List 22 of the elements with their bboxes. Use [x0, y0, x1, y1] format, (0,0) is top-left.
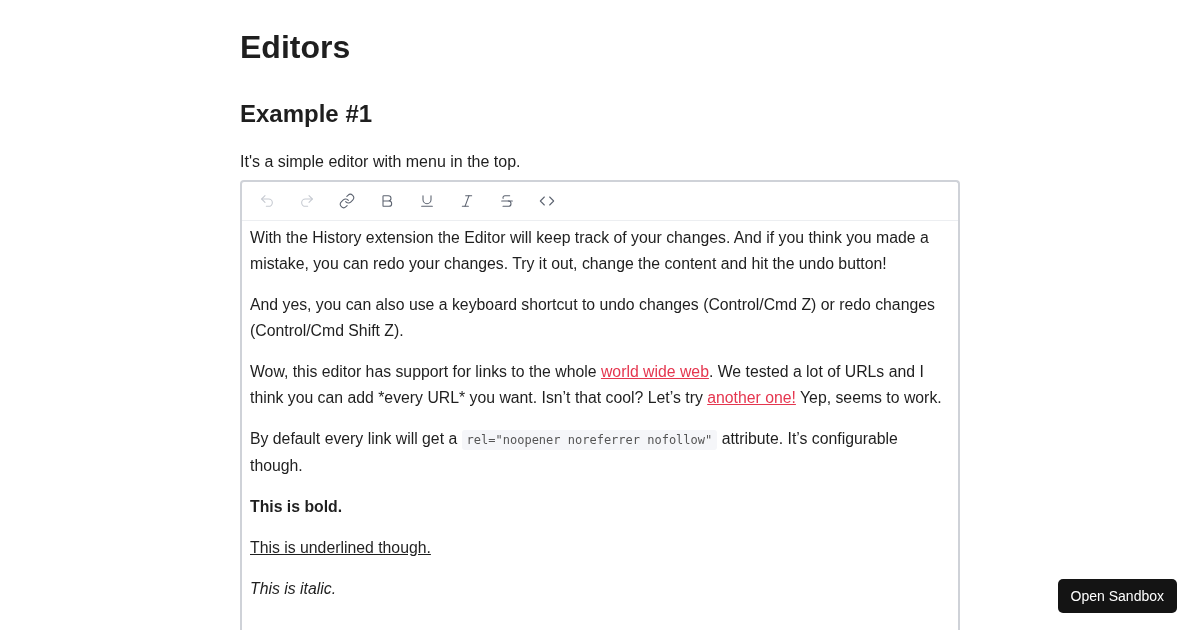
- paragraph: This is italic.: [250, 579, 338, 599]
- page-title: Editors: [240, 28, 352, 66]
- undo-icon: [259, 193, 275, 209]
- paragraph: And yes, you can also use a keyboard shortcut to undo changes (Control/Cmd Z) or redo changes (Control/Cmd Shift Z).: [250, 295, 936, 341]
- inline-code: rel="noopener noreferrer nofollow": [461, 430, 718, 450]
- code-icon: [539, 193, 555, 209]
- paragraph: Wow, this editor has support for links to the whole world wide web. We tested a lot of URLs and I think you can add *every URL* you want. Isn’t that cool? Let’s try another one! Yep, seems to work.: [250, 362, 943, 408]
- intro-text: It's a simple editor with menu in the top.: [240, 152, 522, 172]
- redo-icon: [299, 193, 315, 209]
- link[interactable]: another one!: [707, 389, 796, 406]
- paragraph: This is underlined though.: [250, 538, 432, 558]
- link-icon: [339, 193, 355, 209]
- strikethrough-icon: [499, 193, 515, 209]
- section-heading: Example #1: [240, 100, 374, 128]
- open-sandbox-button[interactable]: Open Sandbox: [1057, 579, 1177, 613]
- bold-icon: [379, 193, 395, 209]
- link[interactable]: world wide web: [600, 363, 709, 380]
- italic-icon: [459, 193, 475, 209]
- underline-icon: [419, 193, 435, 209]
- paragraph: This is bold.: [250, 497, 344, 517]
- paragraph: By default every link will get a rel="noopener noreferrer nofollow" attribute. It’s configurable though.: [250, 429, 899, 476]
- paragraph: With the History extension the Editor will keep track of your changes. And if you think you made a mistake, you can redo your changes. Try it out, change the content and hit the undo button!: [250, 228, 930, 274]
